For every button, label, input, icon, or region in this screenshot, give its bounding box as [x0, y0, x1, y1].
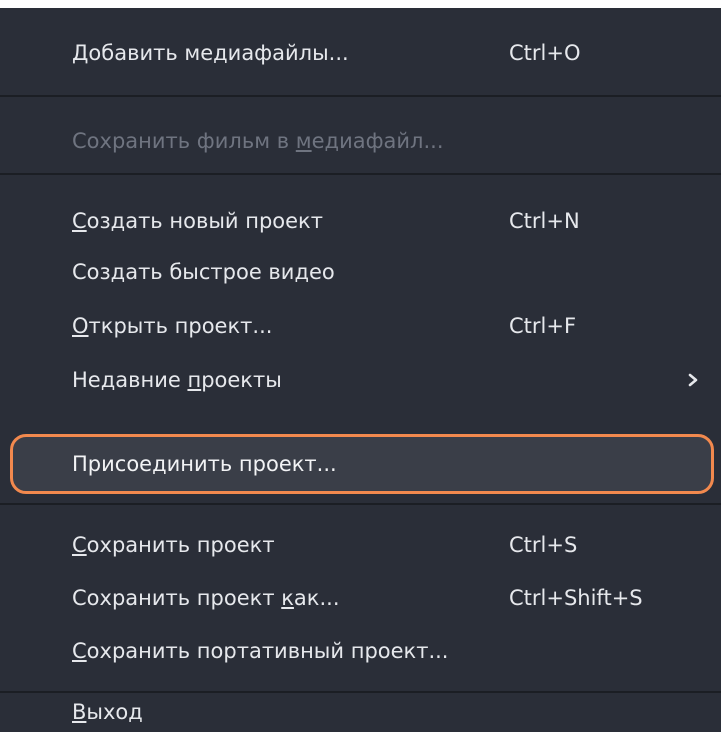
menu-item-shortcut: Ctrl+Shift+S [509, 586, 643, 610]
menu-item-recent-projects[interactable]: Недавние проекты [0, 351, 721, 409]
menu-item-label: Сохранить фильм в медиафайл... [72, 129, 444, 153]
menu-item-shortcut: Ctrl+N [509, 209, 580, 233]
menu-item-label: Создать быстрое видео [72, 260, 335, 284]
menu-item-label: Присоединить проект... [72, 452, 337, 476]
menu-item-open-project[interactable]: Открыть проект... Ctrl+F [0, 297, 721, 355]
menu-item-new-project[interactable]: Создать новый проект Ctrl+N [0, 192, 721, 250]
menu-item-save-movie: Сохранить фильм в медиафайл... [0, 112, 721, 170]
menu-item-quick-video[interactable]: Создать быстрое видео [0, 243, 721, 301]
chevron-right-icon [688, 373, 698, 387]
menu-item-save-portable[interactable]: Сохранить портативный проект... [0, 622, 721, 680]
menu-separator [0, 95, 721, 97]
menu-item-attach-project[interactable]: Присоединить проект... [10, 434, 714, 494]
menu-item-save-project[interactable]: Сохранить проект Ctrl+S [0, 516, 721, 574]
menu-item-exit[interactable]: Выход [0, 683, 721, 741]
menu-item-label: Недавние проекты [72, 368, 282, 392]
menu-separator [0, 503, 721, 505]
menu-item-label: Сохранить проект [72, 533, 275, 557]
menu-item-label: Открыть проект... [72, 314, 273, 338]
menu-item-add-media[interactable]: Добавить медиафайлы... Ctrl+O [0, 24, 721, 82]
menu-item-shortcut: Ctrl+F [509, 314, 577, 338]
menu-item-label: Сохранить проект как... [72, 586, 340, 610]
menu-item-shortcut: Ctrl+O [509, 41, 581, 65]
menu-item-label: Создать новый проект [72, 209, 323, 233]
file-menu: Добавить медиафайлы... Ctrl+O Сохранить … [0, 8, 721, 732]
menu-item-label: Сохранить портативный проект... [72, 639, 449, 663]
menu-item-label: Добавить медиафайлы... [72, 41, 349, 65]
menu-separator [0, 173, 721, 175]
menu-item-shortcut: Ctrl+S [509, 533, 578, 557]
menu-item-label: Выход [72, 700, 143, 724]
menu-item-save-project-as[interactable]: Сохранить проект как... Ctrl+Shift+S [0, 569, 721, 627]
